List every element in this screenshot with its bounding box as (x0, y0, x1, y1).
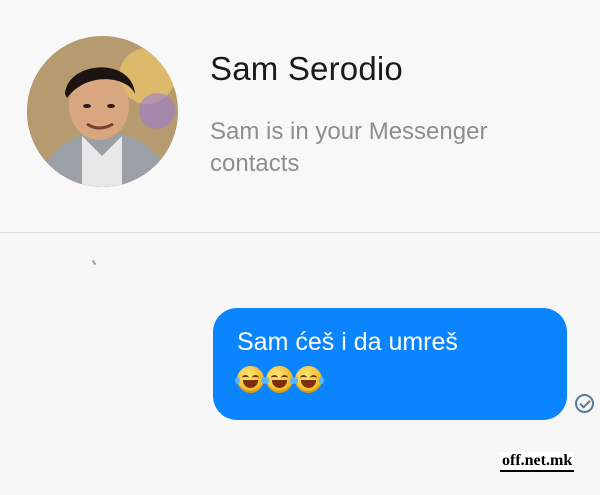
contact-avatar[interactable] (27, 36, 178, 187)
watermark: off.net.mk (500, 452, 575, 472)
message-text: Sam ćeš i da umreš (237, 328, 458, 356)
header-divider (0, 232, 600, 233)
message-seen-check-icon (575, 394, 594, 413)
face-with-tears-of-joy-icon (293, 366, 324, 393)
face-with-tears-of-joy-icon (264, 366, 295, 393)
contact-name: Sam Serodio (210, 50, 403, 87)
sent-message-bubble[interactable]: Sam ćeš i da umreš (213, 308, 567, 420)
avatar-photo (27, 36, 178, 187)
face-with-tears-of-joy-icon (235, 366, 266, 393)
artifact-mark (91, 259, 97, 266)
contact-header: Sam Serodio Sam is in your Messenger con… (0, 0, 600, 232)
message-emoji-row (235, 366, 545, 393)
contact-subtitle: Sam is in your Messenger contacts (210, 118, 488, 177)
